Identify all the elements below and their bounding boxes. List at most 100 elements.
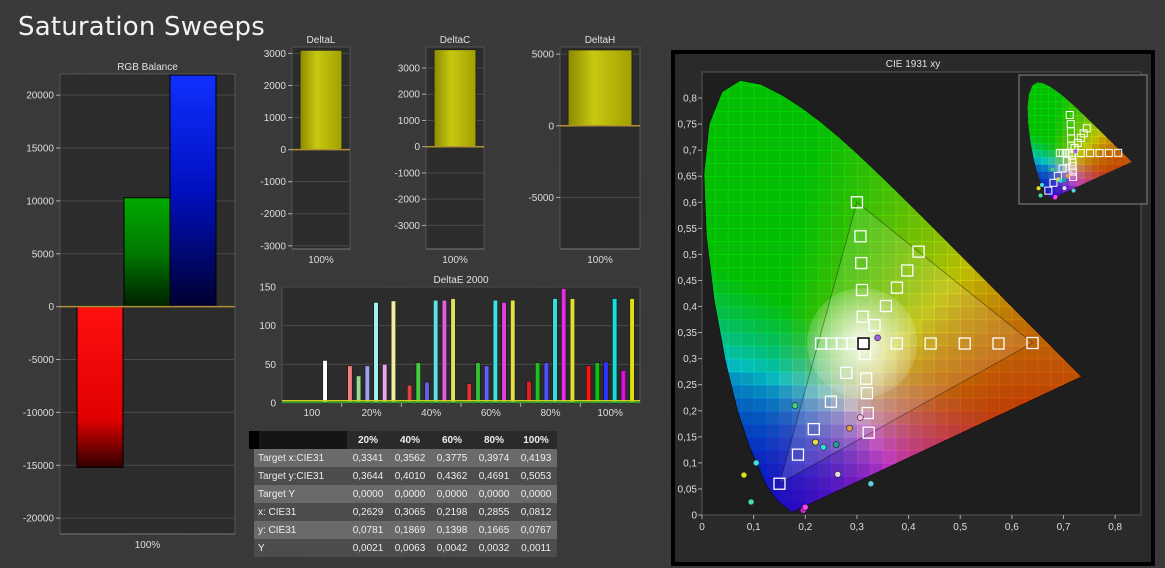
locus-cell (856, 176, 871, 190)
row-label: Target Y (258, 488, 296, 500)
table-header-row: 20% 40% 60% 80% 100% (249, 431, 557, 449)
locus-cell (766, 137, 781, 151)
y-tick-label: 1000 (264, 113, 287, 124)
locus-cell (1084, 171, 1092, 179)
locus-cell (1055, 108, 1064, 116)
locus-cell (766, 215, 781, 229)
bar-deltae (390, 300, 396, 404)
measured-point (820, 443, 827, 451)
table-cell: 0,0000 (352, 488, 384, 500)
locus-cell (805, 189, 819, 203)
locus-cell (805, 124, 819, 138)
locus-cell (869, 436, 884, 451)
locus-cell (779, 332, 793, 347)
y-tick-label: 0 (270, 399, 276, 410)
locus-cell (818, 254, 832, 269)
table-cell: 0,0812 (520, 506, 552, 518)
locus-cell (792, 137, 806, 151)
locus-cell (1055, 101, 1064, 109)
y-tick-label: 5000 (32, 249, 55, 260)
locus-cell (1034, 136, 1042, 144)
locus-cell (792, 150, 806, 164)
y-tick-label: 0,2 (683, 406, 697, 417)
locus-cell (1034, 143, 1042, 151)
inset-measured-point (1038, 193, 1043, 198)
y-tick-label: 0 (691, 511, 697, 522)
locus-cell (1048, 157, 1057, 165)
locus-cell (766, 384, 781, 399)
locus-cell (740, 254, 755, 269)
locus-cell (753, 280, 768, 295)
locus-cell (766, 189, 781, 203)
locus-cell (766, 254, 781, 269)
locus-cell (727, 150, 742, 164)
locus-cell (753, 319, 768, 334)
locus-cell (921, 410, 936, 425)
table-cell: 0,0767 (520, 524, 552, 536)
y-tick-label: 0,65 (678, 172, 698, 183)
measured-point (752, 459, 760, 467)
locus-cell (1076, 171, 1085, 179)
locus-cell (1024, 384, 1039, 399)
table-cell: 0,0781 (352, 524, 384, 536)
inset-measured-point (1062, 186, 1067, 191)
y-tick-label: 150 (259, 283, 276, 294)
locus-cell (1069, 122, 1078, 130)
locus-cell (831, 202, 845, 216)
locus-cell (1055, 122, 1064, 130)
bar-deltae (535, 362, 541, 404)
locus-cell (869, 189, 884, 203)
locus-cell (792, 280, 806, 295)
locus-cell (986, 293, 1000, 308)
locus-cell (792, 111, 806, 125)
locus-cell (766, 423, 781, 438)
table-cell: 0,0000 (520, 488, 552, 500)
locus-cell (947, 410, 961, 425)
locus-cell (792, 124, 806, 138)
locus-cell (779, 423, 793, 438)
locus-cell (921, 228, 936, 242)
bar-blue (169, 74, 217, 308)
table-header: 40% (399, 434, 420, 446)
locus-cell (818, 163, 832, 177)
y-tick-label: -10000 (23, 408, 55, 419)
y-tick-label: 3000 (264, 49, 287, 60)
bar-deltae (510, 299, 516, 404)
y-tick-label: 100 (259, 321, 276, 332)
locus-cell (882, 449, 897, 464)
locus-cell (727, 306, 742, 321)
locus-cell (818, 150, 832, 164)
locus-cell (779, 202, 793, 216)
locus-cell (714, 124, 729, 138)
locus-cell (766, 111, 781, 125)
locus-cell (740, 228, 755, 242)
locus-cell (844, 449, 858, 464)
locus-cell (856, 462, 871, 477)
locus-cell (844, 163, 858, 177)
locus-cell (779, 150, 793, 164)
locus-cell (973, 384, 987, 399)
table-header: 80% (483, 434, 504, 446)
locus-cell (766, 124, 781, 138)
locus-cell (818, 475, 832, 490)
locus-cell (1055, 157, 1064, 165)
locus-cell (831, 150, 845, 164)
locus-cell (753, 163, 768, 177)
y-tick-label: -3000 (260, 241, 286, 252)
y-tick-label: 20000 (26, 91, 54, 102)
locus-cell (740, 202, 755, 216)
bar-deltae (526, 381, 532, 404)
locus-cell (1048, 129, 1057, 137)
locus-cell (779, 163, 793, 177)
x-tick-label: 0,8 (1108, 522, 1122, 533)
locus-cell (1076, 164, 1085, 172)
y-tick-label: -20000 (23, 514, 55, 525)
locus-cell (818, 137, 832, 151)
y-tick-label: 0,7 (683, 146, 697, 157)
y-tick-label: -5000 (28, 355, 54, 366)
bar-deltae (441, 299, 447, 404)
locus-cell (714, 202, 729, 216)
chart-title: CIE 1931 xy (886, 59, 940, 70)
locus-cell (766, 176, 781, 190)
locus-cell (779, 241, 793, 256)
